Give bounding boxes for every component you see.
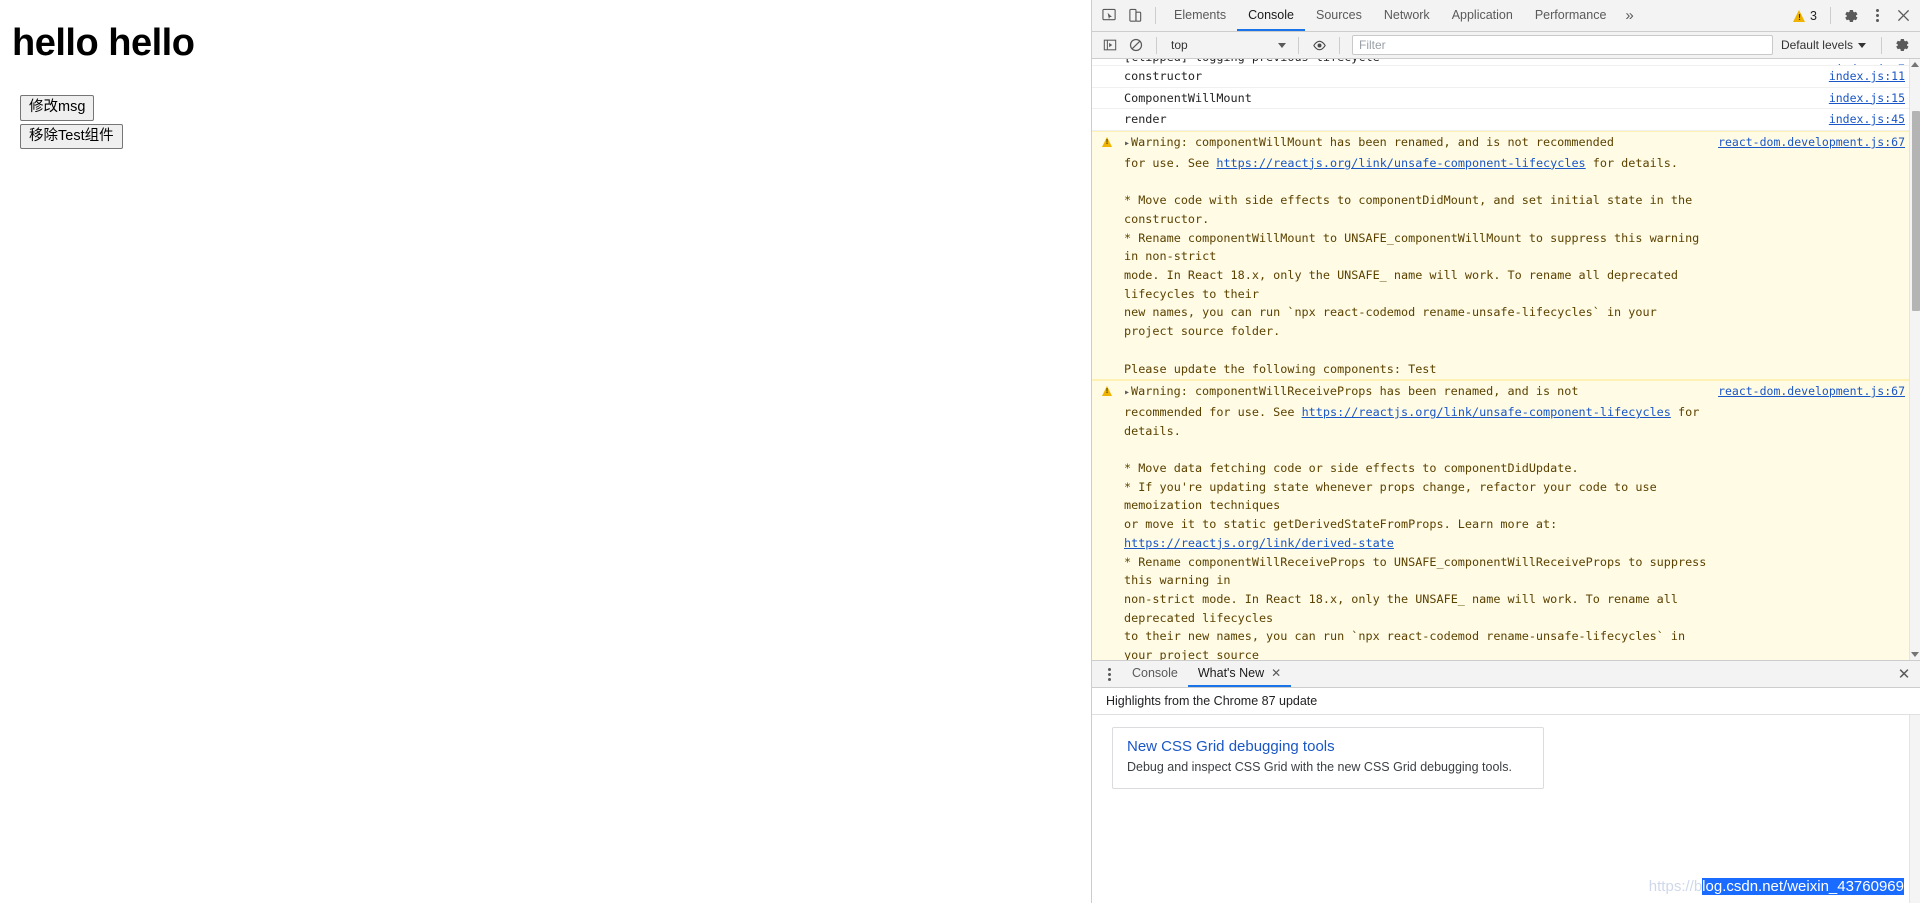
clear-console-icon[interactable] xyxy=(1123,32,1149,58)
console-scrollbar-thumb[interactable] xyxy=(1912,111,1920,311)
warning-count-badge[interactable]: 3 xyxy=(1787,9,1823,23)
console-log-message[interactable]: [clipped] logging previous lifecycleinde… xyxy=(1092,59,1909,66)
console-warning-message[interactable]: ▸Warning: componentWillMount has been re… xyxy=(1092,131,1909,381)
remove-test-component-button[interactable]: 移除Test组件 xyxy=(20,123,123,150)
more-options-icon[interactable] xyxy=(1864,3,1890,29)
toolbar-divider-2 xyxy=(1830,7,1831,24)
console-message-text: ▸Warning: componentWillMount has been re… xyxy=(1124,135,1707,376)
expand-arrow-icon[interactable]: ▸ xyxy=(1124,138,1130,149)
console-settings-gear-icon[interactable] xyxy=(1889,32,1915,58)
screen: hello hello 修改msg 移除Test组件 Elements Cons… xyxy=(0,0,1920,903)
execution-context-value: top xyxy=(1171,38,1188,52)
console-log-message[interactable]: constructor index.js:11 xyxy=(1092,66,1909,88)
execution-context-select[interactable]: top xyxy=(1164,35,1291,55)
whats-new-card-subtitle: Debug and inspect CSS Grid with the new … xyxy=(1127,760,1512,774)
filterbar-divider-2 xyxy=(1298,36,1299,54)
devtools-drawer: Console What's New ✕ ✕ Highlights from t… xyxy=(1092,660,1920,903)
devtools-panel: Elements Console Sources Network Applica… xyxy=(1091,0,1920,903)
whats-new-subtitle: Highlights from the Chrome 87 update xyxy=(1092,688,1920,715)
whats-new-content: New CSS Grid debugging tools Debug and i… xyxy=(1092,715,1920,903)
whats-new-card-title[interactable]: New CSS Grid debugging tools xyxy=(1127,738,1529,755)
scroll-up-arrow-icon[interactable] xyxy=(1910,59,1920,70)
console-message-gutter xyxy=(1092,133,1122,148)
console-inline-link[interactable]: https://reactjs.org/link/unsafe-componen… xyxy=(1216,156,1585,170)
chevron-down-icon xyxy=(1858,42,1866,48)
console-log-message[interactable]: ComponentWillMount index.js:15 xyxy=(1092,88,1909,110)
console-scrollbar[interactable] xyxy=(1909,59,1920,660)
drawer-scrollbar[interactable] xyxy=(1909,715,1920,903)
console-message-text: ComponentWillMount xyxy=(1124,90,1252,105)
console-message-source-link[interactable]: index.js:15 xyxy=(1793,89,1905,108)
more-tabs-chevron-icon[interactable]: » xyxy=(1617,7,1640,24)
warning-triangle-icon xyxy=(1101,386,1113,397)
log-levels-select[interactable]: Default levels xyxy=(1777,38,1874,52)
web-page-viewport: hello hello 修改msg 移除Test组件 xyxy=(0,0,1091,903)
drawer-tab-close-icon[interactable]: ✕ xyxy=(1271,666,1281,680)
tab-console[interactable]: Console xyxy=(1237,0,1305,31)
close-icon[interactable] xyxy=(1890,3,1916,29)
console-message-source-link[interactable]: index.js:11 xyxy=(1793,67,1905,86)
console-message-gutter xyxy=(1092,382,1122,397)
console-message-source-link[interactable]: react-dom.development.js:67 xyxy=(1710,133,1905,152)
page-title: hello hello xyxy=(12,22,195,64)
devtools-tabs: Elements Console Sources Network Applica… xyxy=(1163,0,1617,31)
drawer-tab-console-label: Console xyxy=(1132,666,1178,680)
page-button-group: 修改msg 移除Test组件 xyxy=(20,95,1081,150)
gear-icon[interactable] xyxy=(1838,3,1864,29)
console-filter-toolbar: top Default levels xyxy=(1092,32,1920,59)
warning-triangle-icon xyxy=(1793,9,1806,23)
filterbar-divider-3 xyxy=(1339,36,1340,54)
live-expression-icon[interactable] xyxy=(1306,32,1332,58)
warning-count-value: 3 xyxy=(1810,8,1817,23)
drawer-tab-whats-new-label: What's New xyxy=(1197,666,1265,680)
filter-input[interactable] xyxy=(1352,35,1773,55)
console-message-gutter xyxy=(1092,67,1122,70)
tab-network[interactable]: Network xyxy=(1373,0,1441,31)
console-message-list[interactable]: [clipped] logging previous lifecycleinde… xyxy=(1092,59,1920,660)
inspect-element-icon[interactable] xyxy=(1096,3,1122,29)
scroll-down-arrow-icon[interactable] xyxy=(1910,649,1920,660)
more-tools-icon[interactable] xyxy=(1096,661,1122,687)
chevron-down-icon xyxy=(1278,42,1286,48)
console-message-text: ▸Warning: componentWillReceiveProps has … xyxy=(1124,384,1714,660)
filterbar-divider-4 xyxy=(1881,36,1882,54)
whats-new-card[interactable]: New CSS Grid debugging tools Debug and i… xyxy=(1112,727,1544,789)
console-message-source-link[interactable]: react-dom.development.js:67 xyxy=(1710,382,1905,401)
console-inline-link[interactable]: https://reactjs.org/link/derived-state xyxy=(1124,536,1394,550)
console-scroll-area: [clipped] logging previous lifecycleinde… xyxy=(1092,59,1909,660)
tab-performance[interactable]: Performance xyxy=(1524,0,1618,31)
console-log-message[interactable]: render index.js:45 xyxy=(1092,109,1909,132)
device-toolbar-icon[interactable] xyxy=(1122,3,1148,29)
execute-sidebar-icon[interactable] xyxy=(1097,32,1123,58)
console-message-text: [clipped] logging previous lifecycle xyxy=(1122,59,1793,65)
toolbar-divider xyxy=(1155,7,1156,24)
modify-msg-button[interactable]: 修改msg xyxy=(20,95,95,121)
filterbar-divider xyxy=(1156,36,1157,54)
warning-triangle-icon xyxy=(1101,137,1113,148)
drawer-tab-console[interactable]: Console xyxy=(1122,661,1188,687)
drawer-tab-whats-new[interactable]: What's New ✕ xyxy=(1187,661,1292,687)
console-inline-link[interactable]: https://reactjs.org/link/unsafe-componen… xyxy=(1302,405,1671,419)
console-message-gutter xyxy=(1092,89,1122,92)
devtools-main-toolbar: Elements Console Sources Network Applica… xyxy=(1092,0,1920,32)
console-message-source-link[interactable]: index.js:45 xyxy=(1793,110,1905,129)
drawer-tabbar: Console What's New ✕ ✕ xyxy=(1092,661,1920,688)
console-message-text: render xyxy=(1124,112,1167,127)
expand-arrow-icon[interactable]: ▸ xyxy=(1124,387,1130,398)
tab-application[interactable]: Application xyxy=(1441,0,1524,31)
log-levels-value: Default levels xyxy=(1780,38,1853,52)
tab-elements[interactable]: Elements xyxy=(1163,0,1237,31)
console-message-gutter xyxy=(1092,60,1122,63)
tab-sources[interactable]: Sources xyxy=(1305,0,1373,31)
console-warning-message[interactable]: ▸Warning: componentWillReceiveProps has … xyxy=(1092,380,1909,660)
console-message-gutter xyxy=(1092,110,1122,113)
console-message-text: constructor xyxy=(1124,69,1203,83)
drawer-close-icon[interactable]: ✕ xyxy=(1892,662,1916,686)
